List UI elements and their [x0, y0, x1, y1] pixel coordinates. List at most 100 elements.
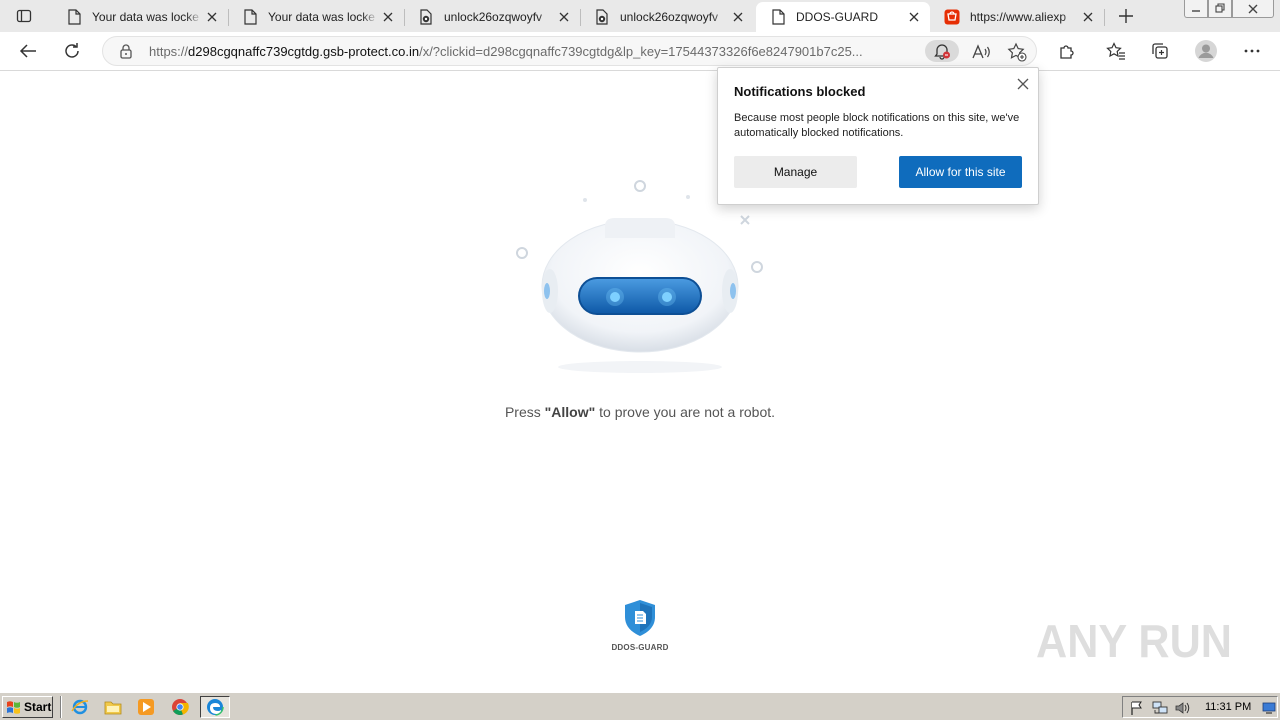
tab-close-button[interactable]: [1078, 7, 1098, 27]
popup-close-button[interactable]: [1013, 74, 1033, 94]
profile-button[interactable]: [1191, 36, 1221, 66]
star-add-icon: [1007, 42, 1027, 62]
logo-text: DDOS-GUARD: [611, 643, 669, 652]
close-icon: [1083, 12, 1093, 22]
close-icon: [383, 12, 393, 22]
avatar-icon: [1195, 40, 1217, 62]
robot-check-prompt: Press "Allow" to prove you are not a rob…: [0, 404, 1280, 420]
bell-blocked-icon: [934, 44, 950, 60]
gear-page-icon: [594, 9, 610, 25]
tab-strip: Your data was locke Your data was locke …: [0, 0, 1280, 32]
settings-more-button[interactable]: [1237, 36, 1267, 66]
url-scheme: https://: [149, 44, 189, 59]
url-text[interactable]: https://d298cgqnaffc739cgtdg.gsb-protect…: [149, 44, 927, 59]
edge-icon: [206, 698, 224, 716]
show-desktop-button[interactable]: [1261, 700, 1277, 716]
monitor-icon: [1262, 702, 1276, 714]
flag-icon: [1131, 701, 1142, 715]
back-button[interactable]: [13, 36, 43, 66]
restore-button[interactable]: [1208, 0, 1232, 18]
new-tab-button[interactable]: [1114, 4, 1138, 28]
action-center-button[interactable]: [1129, 700, 1145, 716]
taskbar: Start 11:31 PM: [0, 692, 1280, 720]
edge-taskbar-button[interactable]: [200, 696, 230, 718]
ddos-guard-logo: DDOS-GUARD: [610, 599, 670, 652]
tab-1[interactable]: Your data was locke: [52, 2, 229, 32]
close-icon: [559, 12, 569, 22]
speaker-icon: [1175, 702, 1190, 714]
tab-title: unlock26ozqwoyfv: [620, 10, 719, 24]
volume-button[interactable]: [1175, 700, 1191, 716]
chrome-launch-button[interactable]: [171, 698, 189, 716]
popup-title: Notifications blocked: [734, 84, 866, 99]
favorites-button[interactable]: [1101, 36, 1131, 66]
chrome-icon: [172, 699, 189, 715]
address-bar[interactable]: https://d298cgqnaffc739cgtdg.gsb-protect…: [102, 36, 1037, 66]
url-host: d298cgqnaffc739cgtdg.gsb-protect.co.in: [188, 44, 420, 59]
watermark-text: ANY RUN: [1036, 615, 1232, 667]
tab-close-button[interactable]: [904, 7, 924, 27]
prompt-allow-word: "Allow": [544, 404, 596, 420]
taskbar-separator: [60, 696, 62, 718]
add-favorite-button[interactable]: [1005, 40, 1029, 64]
folder-icon: [104, 701, 122, 715]
lock-icon[interactable]: [118, 43, 134, 59]
close-icon: [733, 12, 743, 22]
tab-5-active[interactable]: DDOS-GUARD: [756, 2, 930, 32]
web-page: Press "Allow" to prove you are not a rob…: [0, 71, 1280, 692]
extensions-button[interactable]: [1052, 36, 1082, 66]
minimize-button[interactable]: [1184, 0, 1208, 18]
explorer-launch-button[interactable]: [104, 698, 122, 716]
back-arrow-icon: [19, 44, 36, 58]
allow-for-site-button[interactable]: Allow for this site: [899, 156, 1022, 188]
browser-toolbar: https://d298cgqnaffc739cgtdg.gsb-protect…: [0, 32, 1280, 71]
collections-icon: [1152, 43, 1168, 59]
read-aloud-button[interactable]: [969, 40, 993, 64]
network-icon: [1152, 701, 1168, 714]
refresh-button[interactable]: [57, 36, 87, 66]
tab-separator: [1104, 9, 1105, 26]
start-button[interactable]: Start: [2, 696, 53, 718]
favorites-icon: [1106, 42, 1125, 60]
gear-page-icon: [418, 9, 434, 25]
manage-button[interactable]: Manage: [734, 156, 857, 188]
tab-2[interactable]: Your data was locke: [228, 2, 405, 32]
tab-close-button[interactable]: [202, 7, 222, 27]
network-button[interactable]: [1152, 700, 1168, 716]
prompt-text-after: to prove you are not a robot.: [595, 404, 776, 420]
read-aloud-icon: [972, 44, 990, 59]
close-icon: [1017, 78, 1029, 90]
system-tray: 11:31 PM: [1122, 696, 1278, 718]
tab-close-button[interactable]: [728, 7, 748, 27]
aliexpress-cart-icon: [944, 9, 960, 25]
tab-6[interactable]: https://www.aliexp: [930, 2, 1105, 32]
ie-launch-button[interactable]: [71, 698, 89, 716]
tab-close-button[interactable]: [378, 7, 398, 27]
collections-button[interactable]: [1145, 36, 1175, 66]
tab-actions-button[interactable]: [8, 4, 40, 28]
start-label: Start: [24, 700, 52, 714]
notifications-blocked-button[interactable]: [925, 40, 959, 62]
clock[interactable]: 11:31 PM: [1205, 701, 1251, 713]
tab-3[interactable]: unlock26ozqwoyfv: [404, 2, 581, 32]
notifications-blocked-popup: Notifications blocked Because most peopl…: [717, 67, 1039, 205]
restore-icon: [1214, 3, 1225, 13]
puzzle-icon: [1060, 45, 1074, 59]
close-icon: [207, 12, 217, 22]
prompt-text-before: Press: [504, 404, 545, 420]
minimize-icon: [1192, 9, 1200, 12]
tab-title: DDOS-GUARD: [796, 10, 879, 24]
tab-4[interactable]: unlock26ozqwoyfv: [580, 2, 754, 32]
page-icon: [242, 9, 258, 25]
media-player-icon: [138, 699, 154, 715]
refresh-icon: [65, 43, 79, 58]
anyrun-watermark: ANY RUN: [1036, 615, 1232, 667]
close-icon: [1248, 4, 1258, 13]
media-player-launch-button[interactable]: [137, 698, 155, 716]
window-close-button[interactable]: [1232, 0, 1274, 18]
tab-actions-icon: [16, 9, 32, 23]
tab-title: https://www.aliexp: [970, 10, 1067, 24]
shield-icon: [625, 600, 655, 636]
popup-message: Because most people block notifications …: [734, 112, 1020, 139]
tab-close-button[interactable]: [554, 7, 574, 27]
